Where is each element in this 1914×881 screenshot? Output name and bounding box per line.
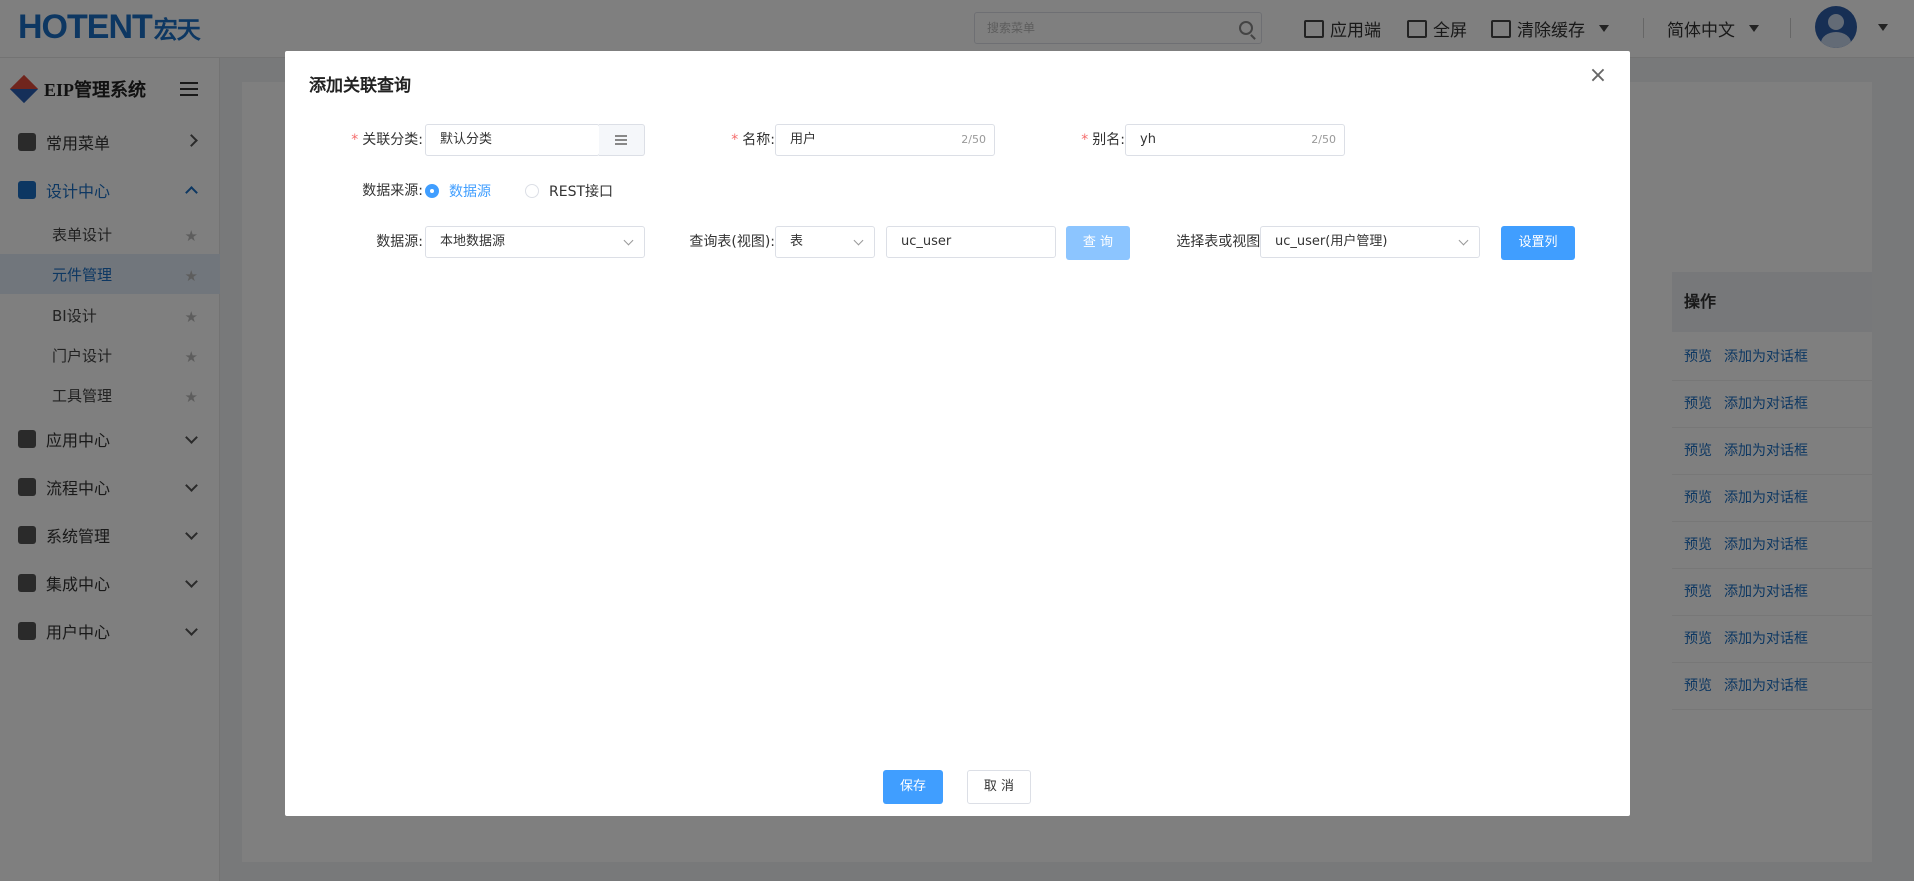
category-input[interactable]: 默认分类	[425, 124, 600, 156]
chevron-down-icon	[853, 235, 864, 246]
query-table-label: 查询表(视图):	[689, 234, 775, 250]
set-columns-button[interactable]: 设置列	[1501, 226, 1575, 260]
query-type-select[interactable]: 表	[775, 226, 875, 258]
select-table-label: 选择表或视图:	[1176, 234, 1265, 250]
dialog-title: 添加关联查询	[309, 76, 411, 96]
source-label: 数据来源:	[362, 183, 423, 199]
close-icon[interactable]: ×	[1587, 65, 1609, 87]
list-icon	[615, 135, 627, 145]
query-table-input[interactable]: uc_user	[886, 226, 1056, 258]
alias-label: * 别名:	[1081, 132, 1125, 148]
radio-checked-icon	[425, 184, 439, 198]
datasource-label: 数据源:	[376, 234, 423, 250]
datasource-select[interactable]: 本地数据源	[425, 226, 645, 258]
cancel-button[interactable]: 取 消	[967, 770, 1031, 804]
alias-input[interactable]: yh 2/50	[1125, 124, 1345, 156]
select-table-select[interactable]: uc_user(用户管理)	[1260, 226, 1480, 258]
name-count: 2/50	[961, 133, 986, 146]
name-input[interactable]: 用户 2/50	[775, 124, 995, 156]
name-label: * 名称:	[731, 132, 775, 148]
category-select-button[interactable]	[599, 124, 645, 156]
radio-rest-api[interactable]: REST接口	[525, 175, 613, 207]
save-button[interactable]: 保存	[883, 770, 943, 804]
radio-unchecked-icon	[525, 184, 539, 198]
alias-count: 2/50	[1311, 133, 1336, 146]
chevron-down-icon	[1458, 235, 1469, 246]
query-button[interactable]: 查 询	[1066, 226, 1130, 260]
chevron-down-icon	[623, 235, 634, 246]
category-label: * 关联分类:	[351, 132, 423, 148]
radio-datasource[interactable]: 数据源	[425, 175, 491, 207]
add-related-query-dialog: 添加关联查询 × * 关联分类: 默认分类 * 名称: 用户 2/50 * 别名: yh…	[285, 51, 1630, 816]
